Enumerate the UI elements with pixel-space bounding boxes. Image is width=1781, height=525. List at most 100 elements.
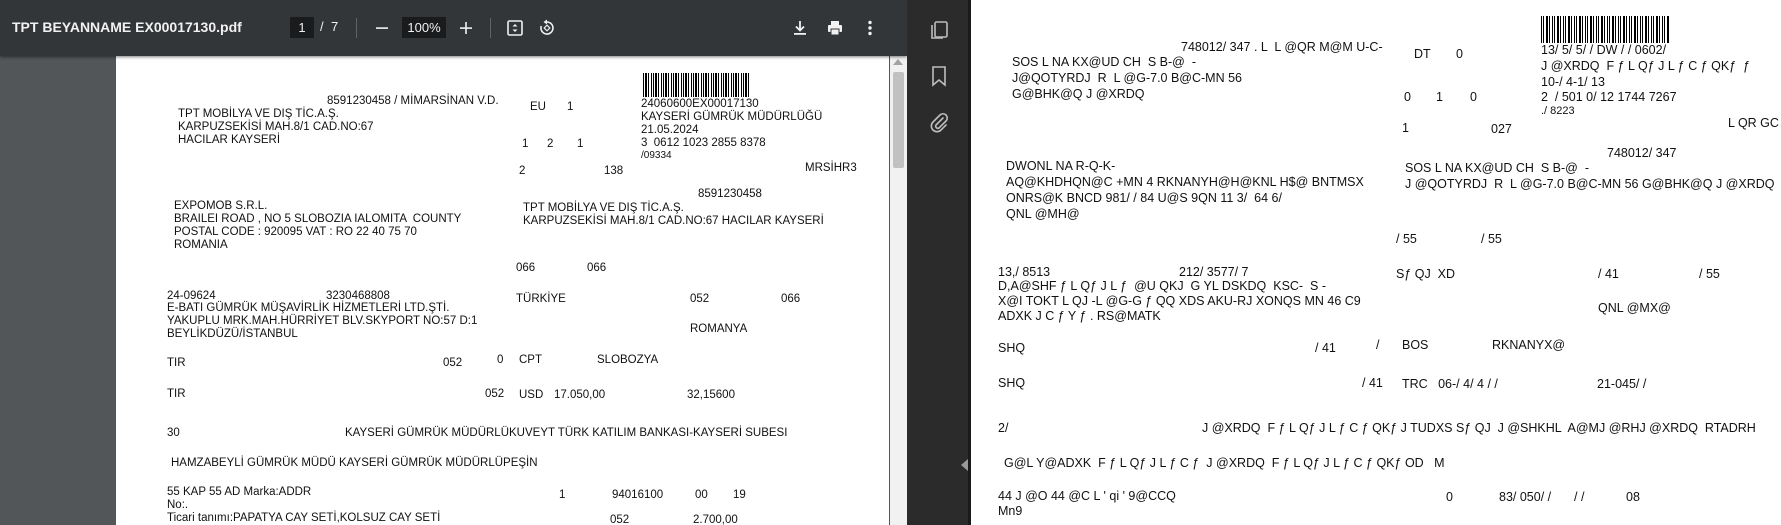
raw-pdf-page: 748012/ 347 . L L @QR M@M U-C- SOS L NA … <box>971 0 1781 525</box>
pdf-toolbar: TPT BEYANNAME EX00017130.pdf 1 / 7 100% <box>0 0 907 56</box>
zoom-level-input[interactable]: 100% <box>402 17 446 38</box>
raw-line: 748012/ 347 . L L @QR M@M U-C- <box>1181 40 1383 54</box>
print-icon <box>828 21 842 36</box>
raw-line: 2 / 501 0/ 12 1744 7267 <box>1541 90 1677 104</box>
print-button[interactable] <box>822 15 848 41</box>
raw-line: J@QOTYRDJ R L @G-7.0 B@C-MN 56 <box>1012 71 1242 85</box>
transport-nationality-2: 052 <box>485 388 505 400</box>
attachment-button[interactable] <box>925 108 953 136</box>
toolbar-divider <box>490 18 491 38</box>
declaration-number: 24060600EX00017130 <box>641 98 759 110</box>
raw-line: 0 <box>1456 47 1463 61</box>
attachment-icon <box>930 112 949 133</box>
side-panel-toolbar <box>907 0 971 525</box>
total-packages: 138 <box>604 165 624 177</box>
declaration-subtype: 1 <box>567 101 574 113</box>
raw-line: Sƒ QJ XD <box>1396 267 1456 281</box>
raw-line: D,A@SHF ƒ L Qƒ J L ƒ @U QKJ G YL DSKDQ K… <box>998 279 1327 293</box>
consignee-address: BRAILEI ROAD , NO 5 SLOBOZIA IALOMITA CO… <box>174 213 462 225</box>
raw-line: G@BHK@Q J @XRDQ <box>1012 87 1145 101</box>
page-separator: / <box>320 19 324 34</box>
commodity-extra: 19 <box>733 489 746 501</box>
country-code-b: 066 <box>587 262 607 274</box>
invoice-amount: 17.050,00 <box>554 389 606 401</box>
form-number-2: 2 <box>547 138 554 150</box>
commodity-code: 94016100 <box>612 489 664 501</box>
raw-line: 748012/ 347 <box>1607 146 1677 160</box>
sender-city: HACILAR KAYSERİ <box>178 134 281 146</box>
representative-name: E-BATI GÜMRÜK MÜŞAVİRLİK HİZMETLERİ LTD.… <box>167 302 450 314</box>
customs-bank: KAYSERİ GÜMRÜK MÜDÜRLÜKUVEYT TÜRK KATILI… <box>345 427 788 439</box>
download-button[interactable] <box>787 15 813 41</box>
raw-line: 0 <box>1404 90 1411 104</box>
exit-office-payment: HAMZABEYLİ GÜMRÜK MÜDÜ KAYSERİ GÜMRÜK MÜ… <box>171 457 538 469</box>
raw-line: 0 <box>1470 90 1477 104</box>
copy-pages-button[interactable] <box>925 16 953 44</box>
form-number-1: 1 <box>522 138 529 150</box>
page-total: 7 <box>331 19 339 34</box>
raw-line: RKNANYX@ <box>1492 338 1566 352</box>
fit-page-icon <box>507 20 523 36</box>
transport-mode-2: TIR <box>167 388 186 400</box>
raw-line: 027 <box>1491 122 1512 136</box>
container-flag: 0 <box>497 354 504 366</box>
raw-line: 13/ 5/ 5/ / DW / / 0602/ <box>1541 43 1667 57</box>
more-actions-button[interactable] <box>857 15 883 41</box>
total-items: 2 <box>519 165 526 177</box>
transport-nationality-1: 052 <box>443 357 463 369</box>
item-number: 1 <box>559 489 566 501</box>
raw-line: 10-/ 4-1/ 13 <box>1541 75 1605 89</box>
declaration-type: EU <box>530 101 546 113</box>
bookmark-button[interactable] <box>925 62 953 90</box>
reference-code: MRSİHR3 <box>805 162 857 174</box>
zoom-in-button[interactable] <box>453 15 479 41</box>
raw-line: QNL @MX@ <box>1598 301 1671 315</box>
currency: USD <box>519 389 544 401</box>
form-number-3: 1 <box>577 138 584 150</box>
dispatch-code: 052 <box>690 293 710 305</box>
raw-line: Mn9 <box>998 504 1023 518</box>
raw-line: / 41 <box>1598 267 1619 281</box>
raw-line: 83/ 050/ / <box>1499 490 1552 504</box>
raw-line: AQ@KHDHQN@C +MN 4 RKNANYH@H@KNL H$@ BNTM… <box>1006 175 1364 189</box>
raw-line: SOS L NA KX@UD CH S B-@ - <box>1012 55 1196 69</box>
document-title: TPT BEYANNAME EX00017130.pdf <box>12 19 242 35</box>
trade-description: Ticari tanımı:PAPATYA CAY SETİ,KOLSUZ CA… <box>167 512 441 524</box>
raw-line: 0 <box>1446 490 1453 504</box>
package-number: No:. <box>167 499 189 511</box>
delivery-terms: CPT <box>519 354 542 366</box>
copy-pages-icon <box>931 21 948 39</box>
representative-city: BEYLİKDÜZÜ/İSTANBUL <box>167 328 298 340</box>
collapse-arrow-icon[interactable] <box>961 459 968 471</box>
scroll-up-arrow-icon[interactable] <box>893 59 903 65</box>
scrollbar-thumb[interactable] <box>893 72 904 168</box>
package-marks: 55 KAP 55 AD Marka:ADDR <box>167 486 312 498</box>
barcode <box>1541 16 1669 43</box>
minus-icon <box>376 27 388 29</box>
raw-line: QNL @MH@ <box>1006 207 1080 221</box>
raw-line: 44 J @O 44 @C L ' qi ' 9@CCQ <box>998 489 1176 503</box>
raw-line: TRC 06-/ 4/ 4 / / <box>1402 377 1498 391</box>
delivery-place: SLOBOZYA <box>597 354 659 366</box>
zoom-out-button[interactable] <box>369 15 395 41</box>
raw-line: / 55 <box>1396 232 1417 246</box>
declaration-date: 21.05.2024 <box>641 124 699 136</box>
consignee-name: EXPOMOB S.R.L. <box>174 200 268 212</box>
fit-page-button[interactable] <box>502 15 528 41</box>
raw-line: X@I TOKT L QJ -L @G-G ƒ QQ XDS AKU-RJ XO… <box>998 294 1361 308</box>
sender-tax-id: 8591230458 / MİMARSİNAN V.D. <box>327 95 499 107</box>
raw-line: 13,/ 8513 <box>998 265 1051 279</box>
raw-line: / 41 <box>1315 341 1336 355</box>
declarant-address: KARPUZSEKİSİ MAH.8/1 CAD.NO:67 HACILAR K… <box>523 215 824 227</box>
page-number-input[interactable]: 1 <box>290 17 314 38</box>
rotate-button[interactable] <box>534 15 560 41</box>
raw-line: DWONL NA R-Q-K- <box>1006 159 1116 173</box>
raw-line: L QR GC <box>1728 116 1779 130</box>
toolbar-divider <box>356 18 357 38</box>
raw-line: G@L Y@ADXK F ƒ L Qƒ J L ƒ C ƒ J @XRDQ F … <box>1004 456 1445 470</box>
gross-weight: 2.700,00 <box>693 514 738 525</box>
raw-line: / 55 <box>1481 232 1502 246</box>
commodity-suffix: 00 <box>695 489 708 501</box>
barcode <box>643 73 751 97</box>
raw-line: J @QOTYRDJ R L @G-7.0 B@C-MN 56 G@BHK@Q … <box>1405 177 1775 191</box>
